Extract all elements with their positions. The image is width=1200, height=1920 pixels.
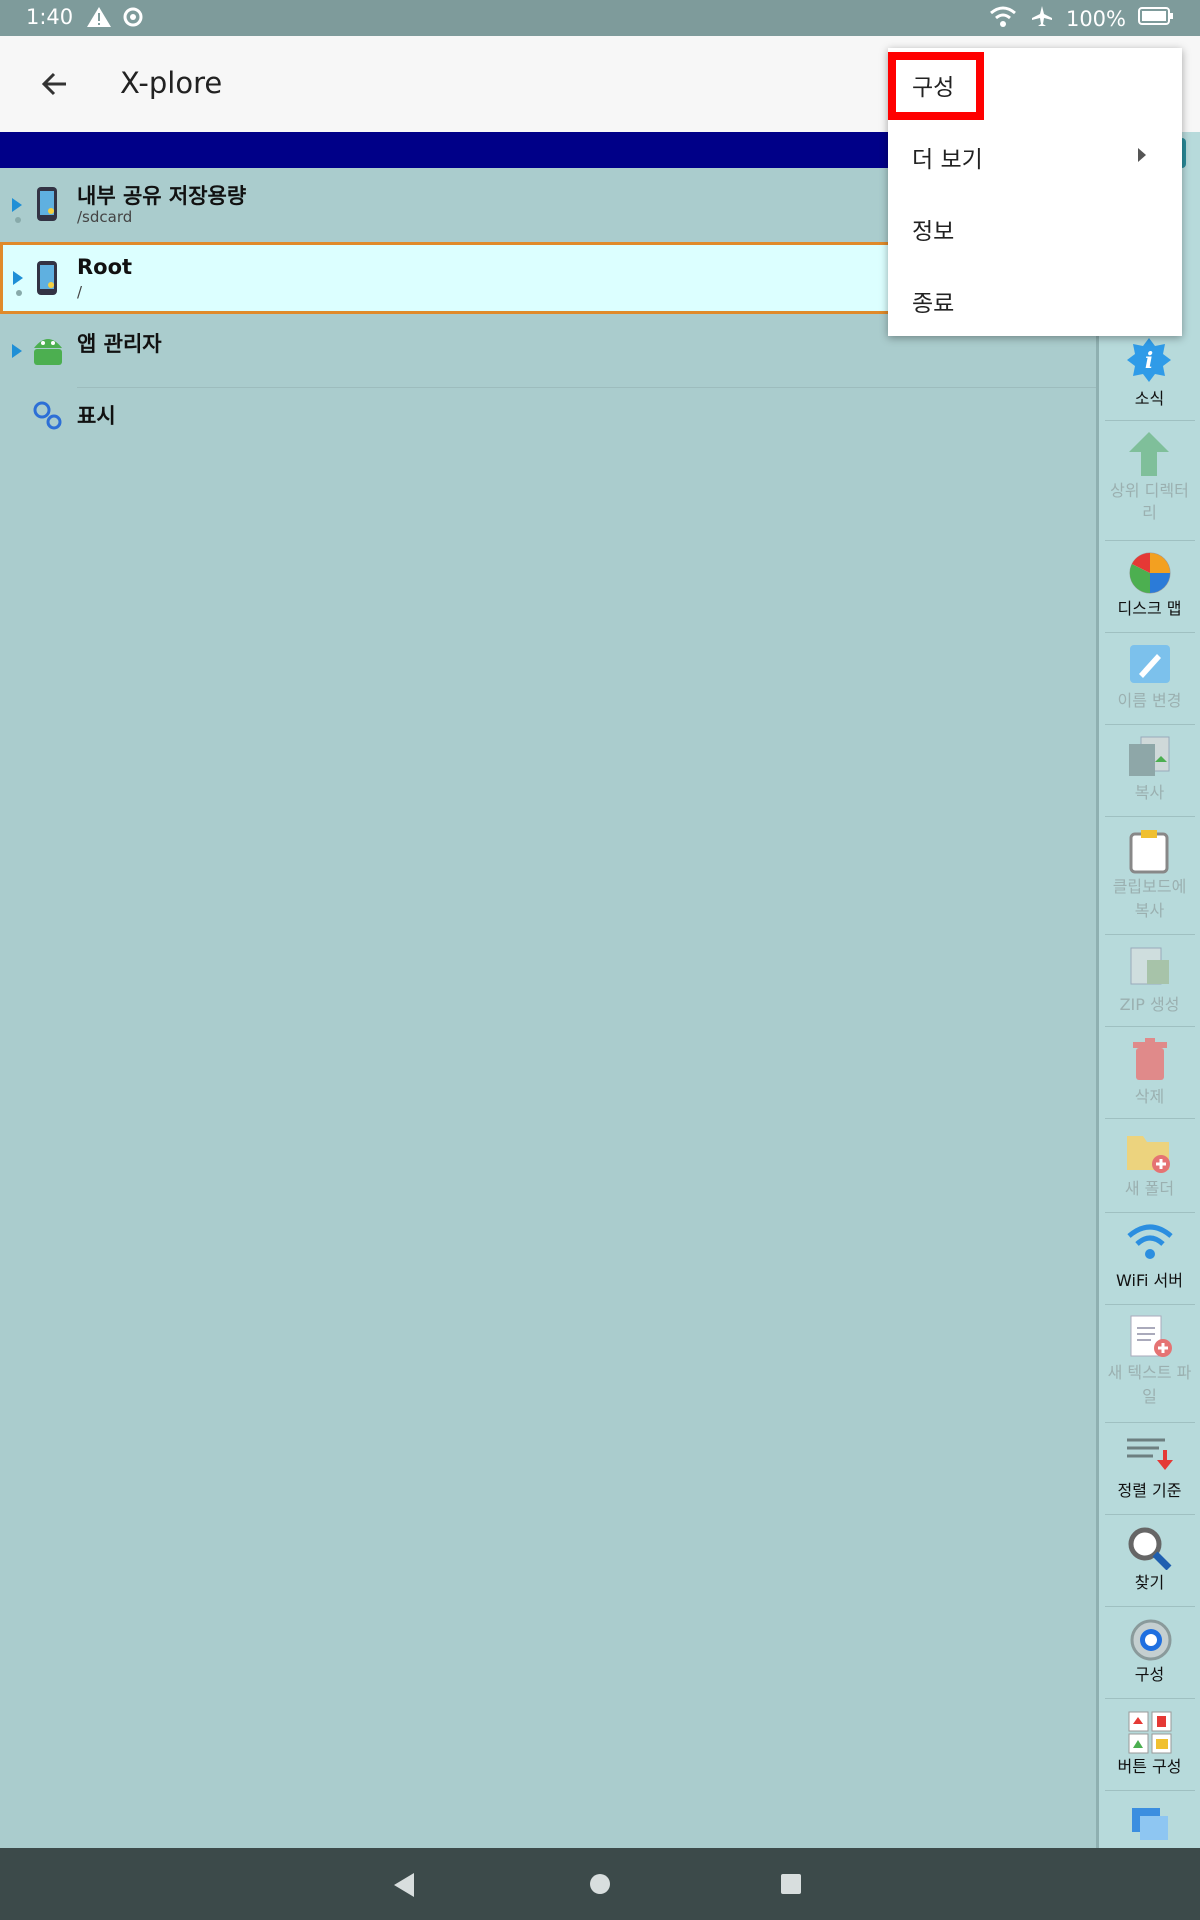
windows-icon[interactable] <box>1130 1806 1170 1848</box>
pencil-icon <box>1129 644 1171 688</box>
item-name: 표시 <box>77 404 116 428</box>
new-folder-button[interactable]: 새 폴더 <box>1099 1128 1200 1210</box>
delete-button[interactable]: 삭제 <box>1099 1036 1200 1116</box>
list-item-display[interactable]: 표시 <box>0 388 1096 452</box>
toolbar-divider <box>1105 420 1195 421</box>
warning-icon <box>86 5 112 34</box>
wifi-server-icon <box>1127 1224 1173 1266</box>
create-zip-button[interactable]: ZIP 생성 <box>1099 944 1200 1020</box>
expand-arrow-icon[interactable] <box>13 271 23 285</box>
svg-text:i: i <box>1145 348 1153 374</box>
toolbar-divider <box>1105 1790 1195 1791</box>
magnifier-icon <box>1127 1526 1173 1574</box>
parent-directory-button[interactable]: 상위 디렉터 리 <box>1099 430 1200 530</box>
copy-button[interactable]: 복사 <box>1099 736 1200 812</box>
menu-item-info[interactable]: 정보 <box>912 212 954 246</box>
new-folder-icon <box>1125 1130 1173 1178</box>
toolbar-divider <box>1105 816 1195 817</box>
toolbar-divider <box>1105 1118 1195 1119</box>
menu-item-more[interactable]: 더 보기 <box>912 140 983 174</box>
nav-home-icon[interactable] <box>589 1873 611 1899</box>
expand-arrow-icon[interactable] <box>12 344 22 358</box>
trash-icon <box>1133 1038 1167 1084</box>
item-path: / <box>77 283 83 301</box>
toolbar-divider <box>1105 1606 1195 1607</box>
toolbar-divider <box>1105 724 1195 725</box>
item-name: 내부 공유 저장용량 <box>77 184 247 208</box>
item-name: 앱 관리자 <box>77 332 162 356</box>
info-icon: i <box>1127 338 1171 386</box>
menu-item-exit[interactable]: 종료 <box>912 284 954 318</box>
toolbar-divider <box>1105 1304 1195 1305</box>
toolbar-divider <box>1105 1422 1195 1423</box>
up-arrow-icon <box>1129 432 1169 480</box>
sort-icon <box>1125 1436 1173 1476</box>
zip-icon <box>1129 946 1171 990</box>
display-gears-icon <box>32 400 64 436</box>
configuration-button[interactable]: 구성 <box>1099 1616 1200 1694</box>
toolbar-divider <box>1105 540 1195 541</box>
settings-gear-icon <box>120 4 146 35</box>
find-button[interactable]: 찾기 <box>1099 1524 1200 1602</box>
button-grid-icon <box>1127 1710 1173 1758</box>
news-button[interactable]: i 소식 <box>1099 338 1200 418</box>
navigation-bar <box>0 1848 1200 1920</box>
disk-map-pie-icon <box>1129 552 1171 598</box>
new-text-file-icon <box>1129 1314 1173 1364</box>
toolbar-divider <box>1105 1698 1195 1699</box>
copy-icon <box>1127 736 1171 782</box>
toolbar-divider <box>1105 1212 1195 1213</box>
android-icon <box>32 332 64 370</box>
status-time: 1:40 <box>26 5 74 29</box>
rename-button[interactable]: 이름 변경 <box>1099 644 1200 720</box>
new-text-file-button[interactable]: 새 텍스트 파 일 <box>1099 1314 1200 1414</box>
nav-recents-icon[interactable] <box>780 1873 802 1899</box>
battery-icon <box>1138 6 1174 31</box>
toolbar-divider <box>1105 1026 1195 1027</box>
toolbar-divider <box>1105 934 1195 935</box>
airplane-icon <box>1030 4 1054 33</box>
disk-map-button[interactable]: 디스크 맵 <box>1099 550 1200 628</box>
battery-percent: 100% <box>1065 6 1126 31</box>
wifi-server-button[interactable]: WiFi 서버 <box>1099 1222 1200 1304</box>
phone-storage-icon <box>36 186 58 226</box>
submenu-arrow-icon <box>1136 146 1148 168</box>
expand-arrow-icon[interactable] <box>12 198 22 212</box>
app-title: X-plore <box>120 66 223 100</box>
copy-to-clipboard-button[interactable]: 클립보드에 복사 <box>1099 826 1200 926</box>
button-configuration-button[interactable]: 버튼 구성 <box>1099 1708 1200 1786</box>
gear-icon <box>1129 1618 1173 1666</box>
back-arrow-icon[interactable] <box>36 66 72 102</box>
highlight-box <box>888 52 984 120</box>
item-name: Root <box>77 255 133 279</box>
nav-back-icon[interactable] <box>392 1872 416 1902</box>
status-dot-icon <box>16 290 22 296</box>
phone-root-icon <box>36 260 58 300</box>
status-dot-icon <box>15 217 21 223</box>
status-bar: 1:40 100% <box>0 0 1200 36</box>
toolbar-divider <box>1105 1514 1195 1515</box>
sort-by-button[interactable]: 정렬 기준 <box>1099 1434 1200 1512</box>
wifi-icon <box>988 4 1018 33</box>
item-path: /sdcard <box>77 208 133 226</box>
toolbar-divider <box>1105 632 1195 633</box>
clipboard-icon <box>1129 828 1169 878</box>
